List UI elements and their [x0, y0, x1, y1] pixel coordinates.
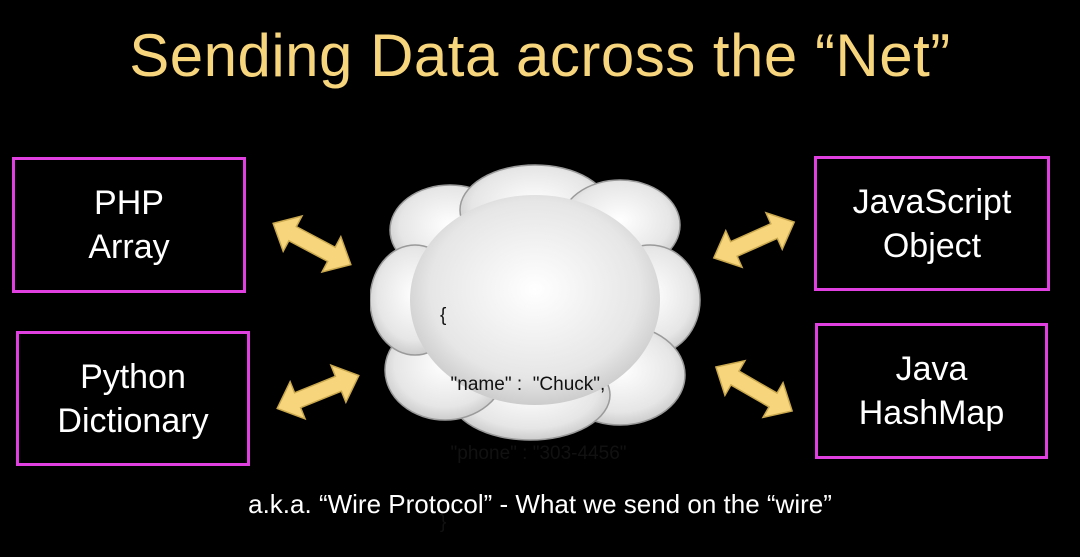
javascript-object-box: JavaScript Object [814, 156, 1050, 291]
slide-title: Sending Data across the “Net” [129, 22, 951, 89]
json-line: { [440, 305, 447, 326]
javascript-object-label: JavaScript Object [852, 182, 1012, 265]
double-arrow-icon [712, 211, 796, 269]
python-dictionary-box: Python Dictionary [16, 331, 250, 466]
java-hashmap-label: Java HashMap [858, 350, 1005, 432]
double-arrow-icon [714, 359, 794, 419]
double-arrow-icon [272, 214, 352, 274]
python-dictionary-label: Python Dictionary [57, 357, 209, 440]
php-array-label: PHP Array [88, 184, 170, 266]
double-arrow-icon [276, 363, 360, 421]
php-array-box: PHP Array [12, 157, 246, 293]
footer-caption: a.k.a. “Wire Protocol” - What we send on… [248, 489, 832, 519]
json-line: "name" : "Chuck", [440, 374, 606, 395]
java-hashmap-box: Java HashMap [815, 323, 1048, 459]
json-line: "phone" : "303-4456" [440, 443, 627, 464]
